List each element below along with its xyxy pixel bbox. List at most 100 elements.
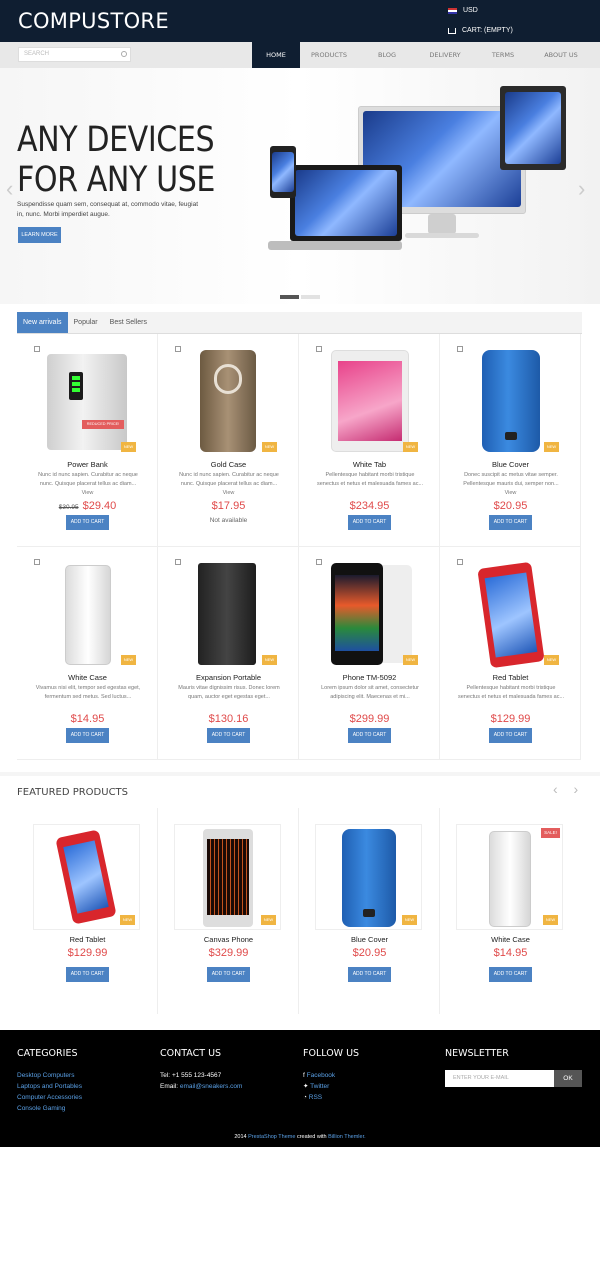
product-card: NEW Red Tablet Pellentesque habitant mor…: [440, 547, 581, 760]
slider-dot-1[interactable]: [280, 295, 299, 299]
product-name[interactable]: Blue Cover: [299, 935, 440, 944]
add-to-cart-button[interactable]: ADD TO CART: [66, 728, 109, 743]
add-to-cart-button[interactable]: ADD TO CART: [207, 728, 250, 743]
product-tabs: New arrivals Popular Best Sellers: [17, 312, 582, 334]
contact-heading: CONTACT US: [160, 1048, 222, 1059]
add-to-cart-button[interactable]: ADD TO CART: [489, 728, 532, 743]
product-name[interactable]: Power Bank: [17, 460, 158, 469]
rss-link[interactable]: ◔ RSS: [303, 1092, 335, 1103]
product-name[interactable]: White Case: [17, 673, 158, 682]
nav-terms[interactable]: TERMS: [474, 42, 532, 68]
themler-link[interactable]: Billion Themler.: [328, 1134, 366, 1140]
cart-link[interactable]: CART: (EMPTY): [448, 27, 513, 34]
cart-label: CART: (EMPTY): [462, 27, 513, 34]
store-logo[interactable]: COMPUSTORE: [18, 9, 169, 33]
compare-checkbox[interactable]: [175, 559, 181, 565]
main-nav: HOME PRODUCTS BLOG DELIVERY TERMS ABOUT …: [252, 42, 590, 68]
tel-value: +1 555 123-4567: [171, 1072, 222, 1079]
newsletter-submit-button[interactable]: OK: [554, 1070, 582, 1087]
view-link[interactable]: View: [158, 490, 299, 496]
compare-checkbox[interactable]: [457, 559, 463, 565]
learn-more-button[interactable]: LEARN MORE: [18, 227, 61, 243]
product-name[interactable]: Gold Case: [158, 460, 299, 469]
rss-label: RSS: [308, 1094, 323, 1101]
facebook-icon: f: [303, 1072, 305, 1079]
rss-icon: ◔: [303, 1094, 307, 1101]
prestashop-link[interactable]: PrestaShop Theme: [248, 1134, 295, 1140]
current-price: $29.40: [82, 500, 117, 512]
nav-delivery[interactable]: DELIVERY: [416, 42, 474, 68]
email-link[interactable]: email@sneakers.com: [180, 1083, 243, 1090]
product-price: $299.99: [349, 713, 390, 725]
slider-dot-2[interactable]: [301, 295, 320, 299]
product-card: NEW Expansion Portable Mauris vitae dign…: [158, 547, 299, 760]
product-name[interactable]: Canvas Phone: [158, 935, 299, 944]
add-to-cart-button[interactable]: ADD TO CART: [489, 967, 532, 982]
compare-checkbox[interactable]: [316, 559, 322, 565]
phone-line: Tel: +1 555 123-4567: [160, 1070, 242, 1081]
product-name[interactable]: White Case: [440, 935, 581, 944]
footer: CATEGORIES Desktop Computers Laptops and…: [0, 1030, 600, 1147]
tab-best-sellers[interactable]: Best Sellers: [104, 312, 153, 333]
search-icon[interactable]: [121, 51, 127, 57]
product-image[interactable]: [186, 348, 271, 454]
product-name[interactable]: White Tab: [299, 460, 440, 469]
view-link[interactable]: View: [17, 490, 158, 496]
tab-new-arrivals[interactable]: New arrivals: [17, 312, 68, 333]
product-image[interactable]: [327, 348, 412, 454]
compare-checkbox[interactable]: [457, 346, 463, 352]
add-to-cart-button[interactable]: ADD TO CART: [489, 515, 532, 530]
product-name[interactable]: Expansion Portable: [158, 673, 299, 682]
new-badge: NEW: [262, 442, 277, 452]
add-to-cart-button[interactable]: ADD TO CART: [66, 515, 109, 530]
add-to-cart-button[interactable]: ADD TO CART: [66, 967, 109, 982]
categories-heading: CATEGORIES: [17, 1048, 78, 1059]
slider-pagination: [280, 295, 320, 299]
nav-products[interactable]: PRODUCTS: [300, 42, 358, 68]
new-badge: NEW: [262, 655, 277, 665]
new-badge: NEW: [121, 655, 136, 665]
product-name[interactable]: Blue Cover: [440, 460, 581, 469]
category-link[interactable]: Computer Accessories: [17, 1092, 82, 1103]
tab-popular[interactable]: Popular: [68, 312, 104, 333]
product-image[interactable]: [327, 561, 412, 667]
featured-title: FEATURED PRODUCTS: [17, 787, 129, 798]
slider-prev-icon[interactable]: ‹: [6, 176, 13, 202]
product-description: Mauris vitae dignissim risus. Donec lore…: [178, 685, 280, 700]
product-image[interactable]: [186, 561, 271, 667]
product-name[interactable]: Red Tablet: [440, 673, 581, 682]
compare-checkbox[interactable]: [34, 346, 40, 352]
search-input[interactable]: SEARCH: [18, 47, 131, 62]
add-to-cart-button[interactable]: ADD TO CART: [348, 967, 391, 982]
category-link[interactable]: Desktop Computers: [17, 1070, 82, 1081]
new-badge: NEW: [543, 915, 558, 925]
product-name[interactable]: Red Tablet: [17, 935, 158, 944]
product-price: $30.95 $29.40: [17, 500, 158, 512]
nav-home[interactable]: HOME: [252, 42, 300, 68]
new-badge: NEW: [261, 915, 276, 925]
compare-checkbox[interactable]: [316, 346, 322, 352]
product-image[interactable]: [468, 561, 553, 669]
twitter-link[interactable]: ✦ Twitter: [303, 1081, 335, 1092]
currency-selector[interactable]: USD: [448, 7, 478, 14]
product-image[interactable]: [45, 348, 130, 454]
view-link[interactable]: View: [440, 490, 581, 496]
add-to-cart-button[interactable]: ADD TO CART: [348, 515, 391, 530]
nav-blog[interactable]: BLOG: [358, 42, 416, 68]
newsletter-email-input[interactable]: ENTER YOUR E-MAIL: [445, 1070, 554, 1087]
slider-next-icon[interactable]: ›: [578, 176, 585, 202]
featured-carousel-arrows[interactable]: ‹ ›: [553, 781, 584, 797]
compare-checkbox[interactable]: [34, 559, 40, 565]
add-to-cart-button[interactable]: ADD TO CART: [348, 728, 391, 743]
nav-about-us[interactable]: ABOUT US: [532, 42, 590, 68]
product-image[interactable]: [468, 348, 553, 454]
category-link[interactable]: Console Gaming: [17, 1103, 82, 1114]
product-price: $20.95: [352, 947, 387, 959]
facebook-link[interactable]: f Facebook: [303, 1070, 335, 1081]
compare-checkbox[interactable]: [175, 346, 181, 352]
add-to-cart-button[interactable]: ADD TO CART: [207, 967, 250, 982]
product-name[interactable]: Phone TM-5092: [299, 673, 440, 682]
product-image[interactable]: [45, 561, 130, 667]
category-link[interactable]: Laptops and Portables: [17, 1081, 82, 1092]
new-badge: NEW: [544, 442, 559, 452]
